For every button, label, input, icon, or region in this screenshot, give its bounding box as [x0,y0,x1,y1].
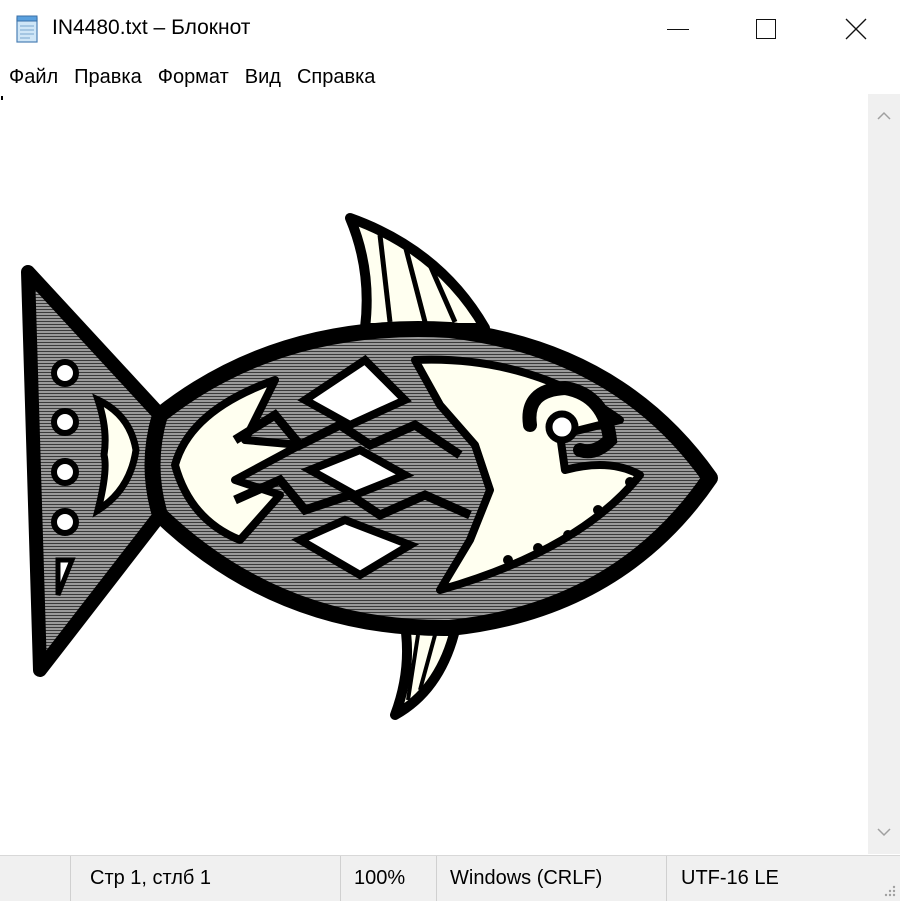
menu-bar: Файл Правка Формат Вид Справка [0,60,900,94]
menu-file[interactable]: Файл [0,61,66,93]
status-bar: Стр 1, стлб 1 100% Windows (CRLF) UTF-16… [0,855,900,901]
menu-format[interactable]: Формат [150,61,237,93]
status-separator [436,856,437,901]
close-button[interactable] [810,0,900,58]
status-separator [340,856,341,901]
status-line-endings: Windows (CRLF) [450,867,603,889]
menu-help[interactable]: Справка [289,61,383,93]
scroll-down-arrow-icon [877,828,891,837]
notepad-icon [16,15,38,43]
scroll-down-button[interactable] [868,814,900,850]
status-separator [70,856,71,901]
status-zoom: 100% [354,867,406,889]
scroll-up-button[interactable] [868,98,900,134]
menu-edit[interactable]: Правка [66,61,150,93]
fish-illustration [21,213,718,720]
minimize-icon [667,28,689,30]
window-title: IN4480.txt – Блокнот [52,16,251,39]
resize-grip-icon[interactable] [882,883,896,897]
title-bar[interactable]: IN4480.txt – Блокнот [0,0,900,58]
status-separator [666,856,667,901]
maximize-icon [756,19,776,39]
status-encoding: UTF-16 LE [681,867,779,889]
status-cursor-position: Стр 1, стлб 1 [90,867,212,889]
text-caret [1,96,3,100]
menu-view[interactable]: Вид [237,61,289,93]
minimize-button[interactable] [632,0,724,58]
vertical-scrollbar[interactable] [868,94,900,854]
maximize-button[interactable] [720,0,812,58]
close-icon [845,18,867,40]
scroll-up-arrow-icon [877,111,891,120]
